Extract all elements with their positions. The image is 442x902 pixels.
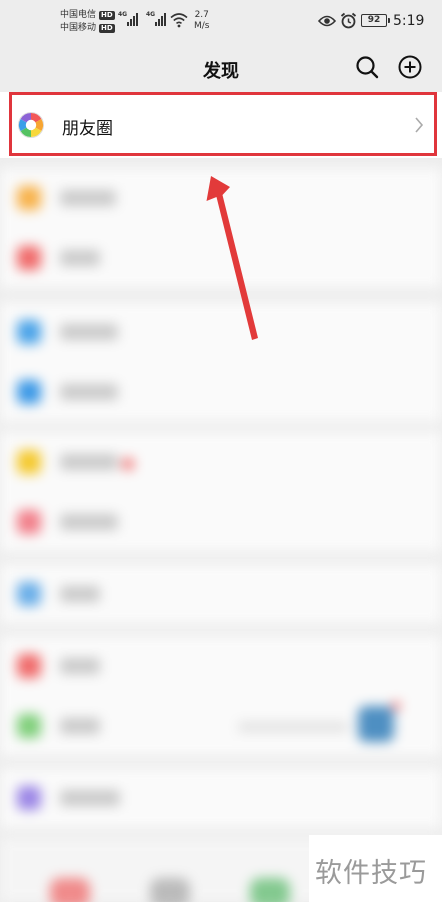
moments-list-item[interactable]: 朋友圈 [0,92,442,158]
blurred-list-item [0,768,442,828]
blurred-item-icon [17,186,41,210]
blurred-list-item [0,432,442,492]
watermark: 软件技巧 [309,835,442,902]
blurred-item-icon [17,320,41,344]
blurred-item-text [60,454,118,470]
blurred-item-text [60,718,100,734]
navigation-bar: 发现 [0,44,442,92]
blurred-list-item [0,168,442,228]
blurred-item-text [60,384,118,400]
blurred-item-icon [17,654,41,678]
blurred-list-item [0,228,442,288]
blurred-list-item [0,696,442,756]
blurred-item-icon [17,510,41,534]
network-speed-unit: M/s [194,21,210,31]
signal-group: 4G 4G [118,11,166,26]
alarm-clock-icon [340,12,357,29]
blurred-item-icon [17,582,41,606]
blurred-avatar [358,706,394,742]
carrier-info: 中国电信 HD 中国移动 HD [60,9,115,35]
blurred-item-text [60,514,118,530]
wechat-discover-screen: 中国电信 HD 中国移动 HD 4G 4G 2.7 M/s 92 5:19 发现… [0,0,442,902]
battery-indicator: 92 [361,14,390,27]
search-icon[interactable] [354,54,380,80]
blurred-item-text [60,790,120,806]
blurred-item-text [60,324,118,340]
blurred-item-text [60,658,100,674]
add-circle-icon[interactable] [397,54,423,80]
network-type-1: 4G [118,11,128,18]
blurred-item-icon [17,714,41,738]
blurred-item-icon [17,786,41,810]
blurred-item-text [60,586,100,602]
carrier-name-2: 中国移动 [60,23,97,33]
status-bar: 中国电信 HD 中国移动 HD 4G 4G 2.7 M/s 92 5:19 [0,0,442,42]
network-speed-value: 2.7 [194,10,209,20]
blurred-item-icon [17,380,41,404]
signal-strength-icon: 4G [118,11,138,26]
carrier-row-1: 中国电信 HD [60,9,115,22]
network-speed: 2.7 M/s [194,10,210,32]
blurred-tab [150,878,190,902]
carrier-row-2: 中国移动 HD [60,22,115,35]
blurred-item-subtitle [238,722,348,732]
blurred-list-item [0,492,442,552]
signal-strength-icon: 4G [146,11,166,26]
blurred-red-dot [392,702,400,710]
blurred-tab [50,878,90,902]
status-time: 5:19 [393,13,425,29]
blurred-list-item [0,564,442,624]
chevron-right-icon [415,117,424,133]
hd-badge-2: HD [99,24,115,33]
blurred-item-text [60,190,116,206]
moments-label: 朋友圈 [62,119,113,139]
eye-icon [318,15,336,27]
blurred-badge [122,458,134,470]
blurred-item-text [60,250,100,266]
network-type-2: 4G [146,11,156,18]
blurred-item-icon [17,450,41,474]
blurred-tab [250,878,290,902]
blurred-item-icon [17,246,41,270]
blurred-list [0,160,442,902]
hd-badge-1: HD [99,11,115,20]
carrier-name-1: 中国电信 [60,10,97,20]
wifi-icon [170,13,188,28]
blurred-list-item [0,636,442,696]
moments-aperture-icon [18,112,44,138]
watermark-text: 软件技巧 [315,858,427,889]
blurred-list-item [0,302,442,362]
blurred-list-item [0,362,442,422]
